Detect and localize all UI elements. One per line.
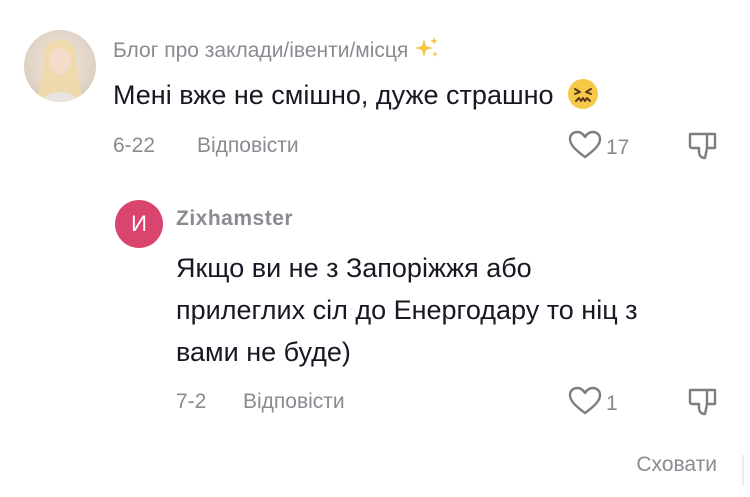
dislike-button[interactable] — [688, 131, 718, 166]
like-count: 17 — [606, 135, 630, 159]
reply-date: 7-2 — [176, 390, 207, 413]
avatar[interactable]: И — [115, 200, 163, 248]
comment: Блог про заклади/івенти/місця Мені вже н… — [0, 0, 750, 180]
comment-username[interactable]: Блог про заклади/івенти/місця — [113, 36, 440, 66]
thumbs-down-icon — [688, 388, 718, 421]
comment-text-content: Мені вже не смішно, дуже страшно — [113, 80, 554, 110]
sparkles-icon — [414, 36, 440, 66]
reply-button[interactable]: Відповісти — [197, 134, 299, 158]
confounded-face-icon — [567, 78, 599, 122]
avatar[interactable] — [24, 30, 96, 102]
reply-text-line: Якщо ви не з Запоріжжя або — [176, 253, 532, 283]
thumbs-down-icon — [688, 132, 718, 165]
like-button[interactable]: 1 — [568, 386, 618, 421]
reply-text-line: вами не буде) — [176, 337, 351, 367]
comment-date: 6-22 — [113, 134, 156, 157]
reply-username[interactable]: Zixhamster — [176, 207, 293, 231]
comment-text: Мені вже не смішно, дуже страшно — [113, 74, 599, 122]
like-button[interactable]: 17 — [568, 130, 629, 165]
reply-text-line: прилеглих сіл до Енергодару то ніц з — [176, 295, 638, 325]
like-count: 1 — [606, 391, 618, 415]
username-text: Блог про заклади/івенти/місця — [113, 39, 409, 62]
reply-text: Якщо ви не з Запоріжжя або прилеглих сіл… — [176, 247, 638, 373]
dislike-button[interactable] — [688, 387, 718, 422]
heart-icon — [568, 130, 602, 165]
scrollbar[interactable] — [742, 455, 744, 485]
reply-button[interactable]: Відповісти — [243, 390, 345, 414]
avatar-letter: И — [131, 211, 147, 236]
hide-replies-button[interactable]: Сховати — [636, 453, 717, 477]
heart-icon — [568, 386, 602, 421]
